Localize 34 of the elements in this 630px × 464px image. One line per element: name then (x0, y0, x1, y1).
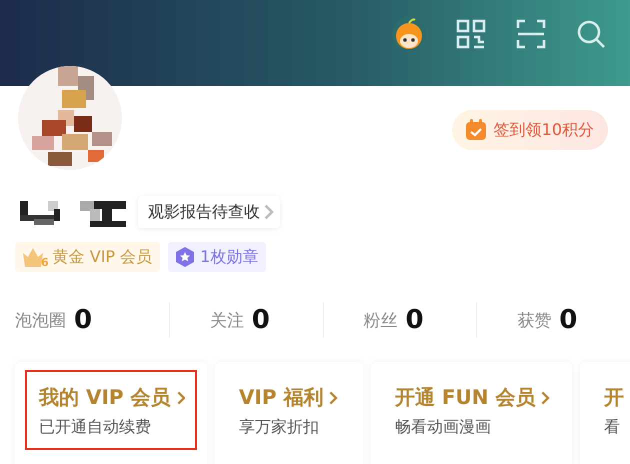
stat-label: 获赞 (517, 310, 552, 332)
chevron-icon (176, 390, 185, 404)
chevron-icon (541, 390, 550, 404)
card-title: 我的 VIP 会员 (39, 384, 185, 411)
card-subtitle: 享万家折扣 (238, 417, 320, 438)
badge-label: 黄金 VIP 会员 (52, 246, 152, 268)
card-title: VIP 福利 (238, 384, 338, 411)
calendar-check-icon (464, 118, 488, 142)
service-card[interactable]: 开 看 (580, 362, 630, 464)
service-card[interactable]: VIP 福利 享万家折扣 (214, 362, 363, 464)
report-chip[interactable]: 观影报告待查收 (138, 196, 280, 228)
level-number: 6 (41, 256, 49, 268)
service-card[interactable]: 我的 VIP 会员 已开通自动续费 (15, 362, 207, 464)
chevron-icon (264, 204, 274, 220)
stat-value: 0 (406, 305, 424, 335)
qr-code-icon[interactable] (456, 19, 486, 49)
card-title: 开通 FUN 会员 (394, 384, 550, 411)
card-subtitle: 看 (604, 417, 621, 438)
card-subtitle: 畅看动画漫画 (394, 417, 492, 438)
stat-value: 0 (252, 305, 270, 335)
mascot-icon[interactable] (392, 17, 426, 51)
stat-value: 0 (559, 305, 578, 335)
stat-value: 0 (74, 305, 92, 335)
stat-label: 粉丝 (364, 310, 398, 332)
search-icon[interactable] (576, 19, 606, 49)
stat-label: 关注 (210, 310, 244, 332)
service-card[interactable]: 开通 FUN 会员 畅看动画漫画 (370, 362, 572, 464)
scan-icon[interactable] (516, 19, 546, 49)
badge-label: 1枚勋章 (200, 246, 258, 268)
chevron-icon (329, 390, 338, 404)
card-subtitle: 已开通自动续费 (39, 417, 152, 438)
star-hexagon-icon (174, 246, 196, 268)
card-title: 开 (604, 384, 624, 411)
stat-label: 泡泡圈 (15, 310, 66, 332)
